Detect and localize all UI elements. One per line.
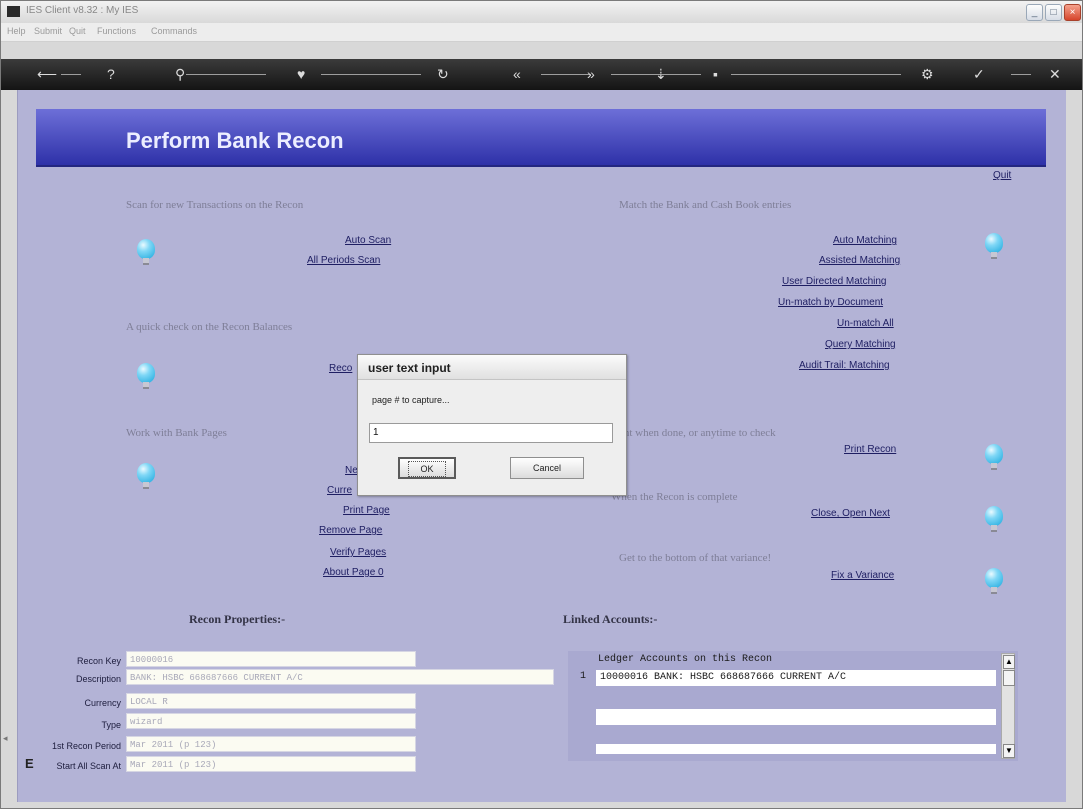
remove-page-link[interactable]: Remove Page xyxy=(319,525,382,536)
type-label: Type xyxy=(101,720,121,730)
recon-key-field[interactable]: 10000016 xyxy=(126,651,416,667)
fix-variance-link[interactable]: Fix a Variance xyxy=(831,570,894,581)
type-field[interactable]: wizard xyxy=(126,713,416,729)
heart-icon[interactable]: ♥ xyxy=(297,66,305,82)
side-fragment: E xyxy=(25,756,34,771)
description-label: Description xyxy=(75,674,121,684)
currency-field[interactable]: LOCAL R xyxy=(126,693,416,709)
title-bar: IES Client v8.32 : My IES _ □ × xyxy=(1,1,1082,24)
first-recon-period-field[interactable]: Mar 2011 (p 123) xyxy=(126,736,416,752)
scroll-down-icon[interactable]: ▼ xyxy=(1003,744,1015,758)
row-number: 1 xyxy=(580,671,587,682)
search-icon[interactable]: ⚲ xyxy=(175,66,185,82)
app-icon xyxy=(7,6,20,17)
unmatch-by-document-link[interactable]: Un-match by Document xyxy=(778,297,883,308)
first-recon-period-label: 1st Recon Period xyxy=(51,741,121,751)
about-page-link[interactable]: About Page 0 xyxy=(323,567,384,578)
check-icon[interactable]: ✓ xyxy=(973,66,985,82)
table-header: Ledger Accounts on this Recon xyxy=(598,654,773,665)
audit-trail-matching-link[interactable]: Audit Trail: Matching xyxy=(799,360,890,371)
page-number-input[interactable]: 1 xyxy=(369,423,613,443)
lightbulb-icon xyxy=(137,463,155,491)
ok-button[interactable]: OK xyxy=(398,457,456,479)
lightbulb-icon xyxy=(137,363,155,391)
start-all-scan-label: Start All Scan At xyxy=(56,761,121,771)
refresh-icon[interactable]: ↻ xyxy=(437,66,449,82)
maximize-icon[interactable]: □ xyxy=(1045,4,1062,21)
menu-commands[interactable]: Commands xyxy=(151,26,197,36)
close-open-next-link[interactable]: Close, Open Next xyxy=(811,508,890,519)
table-row-empty[interactable] xyxy=(596,709,996,725)
auto-matching-link[interactable]: Auto Matching xyxy=(833,235,897,246)
new-page-link[interactable]: Ne xyxy=(345,465,358,476)
menu-help[interactable]: Help xyxy=(7,26,26,36)
scroll-thumb[interactable] xyxy=(1003,670,1015,686)
window-title: IES Client v8.32 : My IES xyxy=(26,5,139,16)
menu-quit[interactable]: Quit xyxy=(69,26,86,36)
recon-balances-link[interactable]: Reco xyxy=(329,363,352,374)
menu-submit[interactable]: Submit xyxy=(34,26,62,36)
first-page-icon[interactable]: « xyxy=(513,66,521,82)
description-field[interactable]: BANK: HSBC 668687666 CURRENT A/C xyxy=(126,669,554,685)
page-title: Perform Bank Recon xyxy=(126,128,344,153)
app-window: IES Client v8.32 : My IES _ □ × Help Sub… xyxy=(0,0,1083,809)
dialog-prompt: page # to capture... xyxy=(372,395,450,405)
recon-key-label: Recon Key xyxy=(76,656,121,666)
help-icon[interactable]: ? xyxy=(107,66,115,82)
page-banner: Perform Bank Recon xyxy=(36,109,1046,167)
menu-functions[interactable]: Functions xyxy=(97,26,136,36)
close-icon[interactable]: × xyxy=(1064,4,1081,21)
table-cell: 10000016 BANK: HSBC 668687666 CURRENT A/… xyxy=(600,672,847,683)
query-matching-link[interactable]: Query Matching xyxy=(825,339,896,350)
menu-bar: Help Submit Quit Functions Commands xyxy=(1,23,1082,42)
linked-accounts-heading: Linked Accounts:- xyxy=(563,612,658,626)
lightbulb-icon xyxy=(985,444,1003,472)
all-periods-scan-link[interactable]: All Periods Scan xyxy=(307,255,380,266)
verify-pages-link[interactable]: Verify Pages xyxy=(330,547,386,558)
currency-label: Currency xyxy=(84,698,121,708)
dialog-title: user text input xyxy=(368,361,451,375)
user-text-input-dialog: user text input page # to capture... 1 O… xyxy=(357,354,627,496)
section-quick-check: A quick check on the Recon Balances xyxy=(126,321,293,333)
print-recon-link[interactable]: Print Recon xyxy=(844,444,896,455)
section-print: Print when done, or anytime to check xyxy=(611,427,776,439)
auto-scan-link[interactable]: Auto Scan xyxy=(345,235,391,246)
page-icon[interactable]: ▪ xyxy=(713,66,718,82)
section-complete: When the Recon is complete xyxy=(611,491,738,503)
side-fragment: ◂ xyxy=(3,733,8,743)
last-page-icon[interactable]: » xyxy=(587,66,595,82)
lightbulb-icon xyxy=(137,239,155,267)
linked-accounts-table: Ledger Accounts on this Recon 1 10000016… xyxy=(568,651,1018,761)
lightbulb-icon xyxy=(985,233,1003,261)
start-all-scan-field[interactable]: Mar 2011 (p 123) xyxy=(126,756,416,772)
section-bank-pages: Work with Bank Pages xyxy=(126,427,227,439)
dialog-title-bar[interactable]: user text input xyxy=(358,355,626,380)
print-page-link[interactable]: Print Page xyxy=(343,505,390,516)
section-scan: Scan for new Transactions on the Recon xyxy=(126,199,304,211)
toolbar: ⟵ ? ⚲ ♥ ↻ « » ⇣ ▪ ⚙ ✓ ✕ xyxy=(1,59,1082,90)
recon-properties-heading: Recon Properties:- xyxy=(189,612,286,626)
table-row[interactable]: 10000016 BANK: HSBC 668687666 CURRENT A/… xyxy=(596,670,996,686)
cancel-button[interactable]: Cancel xyxy=(510,457,584,479)
unmatch-all-link[interactable]: Un-match All xyxy=(837,318,894,329)
back-icon[interactable]: ⟵ xyxy=(37,66,57,82)
ok-button-label: OK xyxy=(408,461,446,477)
table-scrollbar[interactable]: ▲ ▼ xyxy=(1001,653,1015,759)
minimize-icon[interactable]: _ xyxy=(1026,4,1043,21)
settings-icon[interactable]: ⚙ xyxy=(921,66,934,82)
user-directed-matching-link[interactable]: User Directed Matching xyxy=(782,276,886,287)
download-icon[interactable]: ⇣ xyxy=(655,66,667,82)
section-match: Match the Bank and Cash Book entries xyxy=(619,199,792,211)
table-row-empty[interactable] xyxy=(596,744,996,754)
close-toolbar-icon[interactable]: ✕ xyxy=(1049,66,1061,82)
scroll-up-icon[interactable]: ▲ xyxy=(1003,655,1015,669)
quit-link[interactable]: Quit xyxy=(993,170,1011,181)
current-page-link[interactable]: Curre xyxy=(327,485,352,496)
section-variance: Get to the bottom of that variance! xyxy=(619,552,772,564)
assisted-matching-link[interactable]: Assisted Matching xyxy=(819,255,900,266)
lightbulb-icon xyxy=(985,506,1003,534)
lightbulb-icon xyxy=(985,568,1003,596)
